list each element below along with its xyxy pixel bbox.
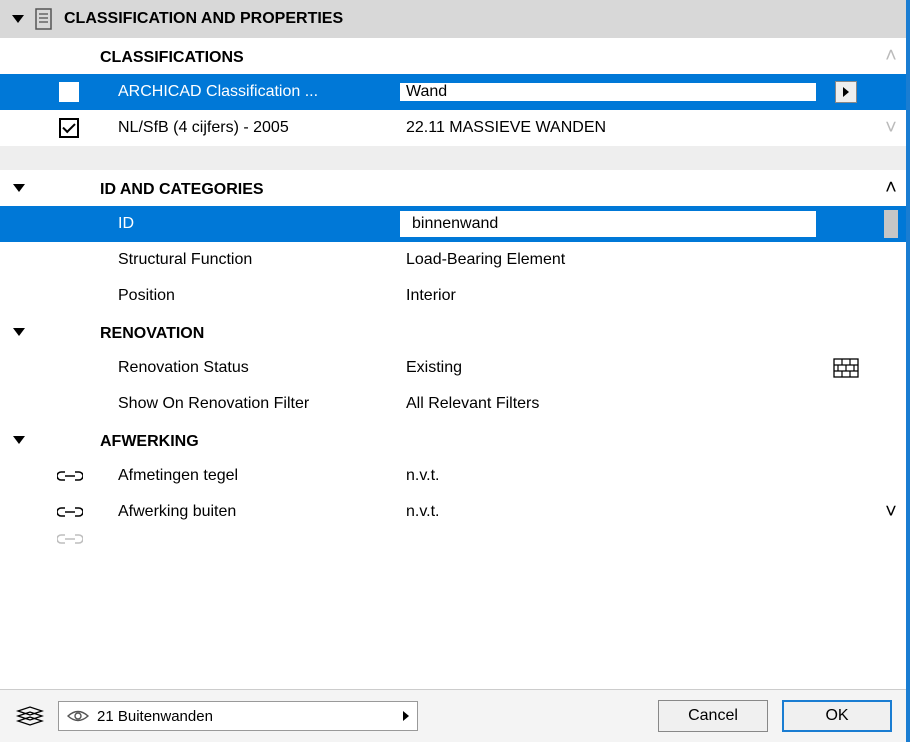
property-value[interactable]: binnenwand xyxy=(406,211,816,237)
property-label: Structural Function xyxy=(100,251,400,269)
layer-name: 21 Buitenwanden xyxy=(97,708,213,725)
collapse-icon[interactable] xyxy=(13,184,25,192)
property-row-clipped xyxy=(0,530,906,548)
property-label: Position xyxy=(100,287,400,305)
property-value: Interior xyxy=(400,287,816,305)
renovation-heading: RENOVATION xyxy=(100,317,400,347)
chevron-right-icon xyxy=(403,711,409,721)
scrollbar-thumb[interactable] xyxy=(884,210,898,238)
afwerking-heading-row: AFWERKING xyxy=(0,422,906,458)
classifications-heading: CLASSIFICATIONS xyxy=(100,41,400,71)
property-value: All Relevant Filters xyxy=(400,395,816,413)
classifications-group: CLASSIFICATIONS ˄ ARCHICAD Classificatio… xyxy=(0,38,906,146)
link-icon xyxy=(57,532,81,546)
property-label: Afmetingen tegel xyxy=(100,467,400,485)
property-label: ID xyxy=(100,215,400,233)
collapse-icon[interactable] xyxy=(12,15,24,23)
layers-icon[interactable] xyxy=(14,705,44,727)
classification-label: ARCHICAD Classification ... xyxy=(100,83,400,101)
ok-button[interactable]: OK xyxy=(782,700,892,732)
link-icon xyxy=(57,469,81,483)
id-categories-heading: ID AND CATEGORIES xyxy=(100,173,400,203)
property-row[interactable]: Afmetingen tegel n.v.t. xyxy=(0,458,906,494)
popup-arrow-button[interactable] xyxy=(835,81,857,103)
cancel-button[interactable]: Cancel xyxy=(658,700,768,732)
property-value: n.v.t. xyxy=(400,503,816,521)
section-title: CLASSIFICATION AND PROPERTIES xyxy=(64,10,343,28)
property-label: Show On Renovation Filter xyxy=(100,395,400,413)
property-label: Renovation Status xyxy=(100,359,400,377)
afwerking-heading: AFWERKING xyxy=(100,425,400,455)
classification-label: NL/SfB (4 cijfers) - 2005 xyxy=(100,119,400,137)
property-row[interactable]: Structural Function Load-Bearing Element xyxy=(0,242,906,278)
panel-body: CLASSIFICATION AND PROPERTIES CLASSIFICA… xyxy=(0,0,906,689)
property-label: Afwerking buiten xyxy=(100,503,400,521)
property-value: n.v.t. xyxy=(400,467,816,485)
property-row[interactable]: Show On Renovation Filter All Relevant F… xyxy=(0,386,906,422)
properties-panel: CLASSIFICATION AND PROPERTIES CLASSIFICA… xyxy=(0,0,910,742)
collapse-icon[interactable] xyxy=(13,436,25,444)
eye-icon xyxy=(67,709,89,723)
collapse-icon[interactable] xyxy=(13,328,25,336)
link-icon xyxy=(57,505,81,519)
checkbox-icon[interactable] xyxy=(59,82,79,102)
document-icon xyxy=(34,8,54,30)
renovation-heading-row: RENOVATION xyxy=(0,314,906,350)
id-categories-heading-row: ID AND CATEGORIES ˄ xyxy=(0,170,906,206)
section-header[interactable]: CLASSIFICATION AND PROPERTIES xyxy=(0,0,906,38)
scroll-up-icon[interactable]: ˄ xyxy=(885,45,897,68)
dialog-footer: 21 Buitenwanden Cancel OK xyxy=(0,689,906,742)
scroll-down-icon[interactable]: ˅ xyxy=(885,501,897,524)
classification-row[interactable]: NL/SfB (4 cijfers) - 2005 22.11 MASSIEVE… xyxy=(0,110,906,146)
property-row[interactable]: Position Interior xyxy=(0,278,906,314)
property-row[interactable]: Renovation Status Existing xyxy=(0,350,906,386)
property-row-id[interactable]: ID binnenwand xyxy=(0,206,906,242)
scroll-up-icon[interactable]: ˄ xyxy=(885,177,897,200)
group-spacer xyxy=(0,146,906,170)
checkbox-icon[interactable] xyxy=(59,118,79,138)
scroll-down-icon[interactable]: ˅ xyxy=(885,117,897,140)
property-row[interactable]: Afwerking buiten n.v.t. ˅ xyxy=(0,494,906,530)
classification-row[interactable]: ARCHICAD Classification ... Wand xyxy=(0,74,906,110)
classifications-heading-row: CLASSIFICATIONS ˄ xyxy=(0,38,906,74)
classification-value: 22.11 MASSIEVE WANDEN xyxy=(400,119,816,137)
id-categories-group: ID AND CATEGORIES ˄ ID binnenwand Struct… xyxy=(0,170,906,548)
property-value: Load-Bearing Element xyxy=(400,251,816,269)
classification-value: Wand xyxy=(400,83,816,101)
brick-icon xyxy=(816,358,876,378)
layer-selector[interactable]: 21 Buitenwanden xyxy=(58,701,418,731)
property-value: Existing xyxy=(400,359,816,377)
